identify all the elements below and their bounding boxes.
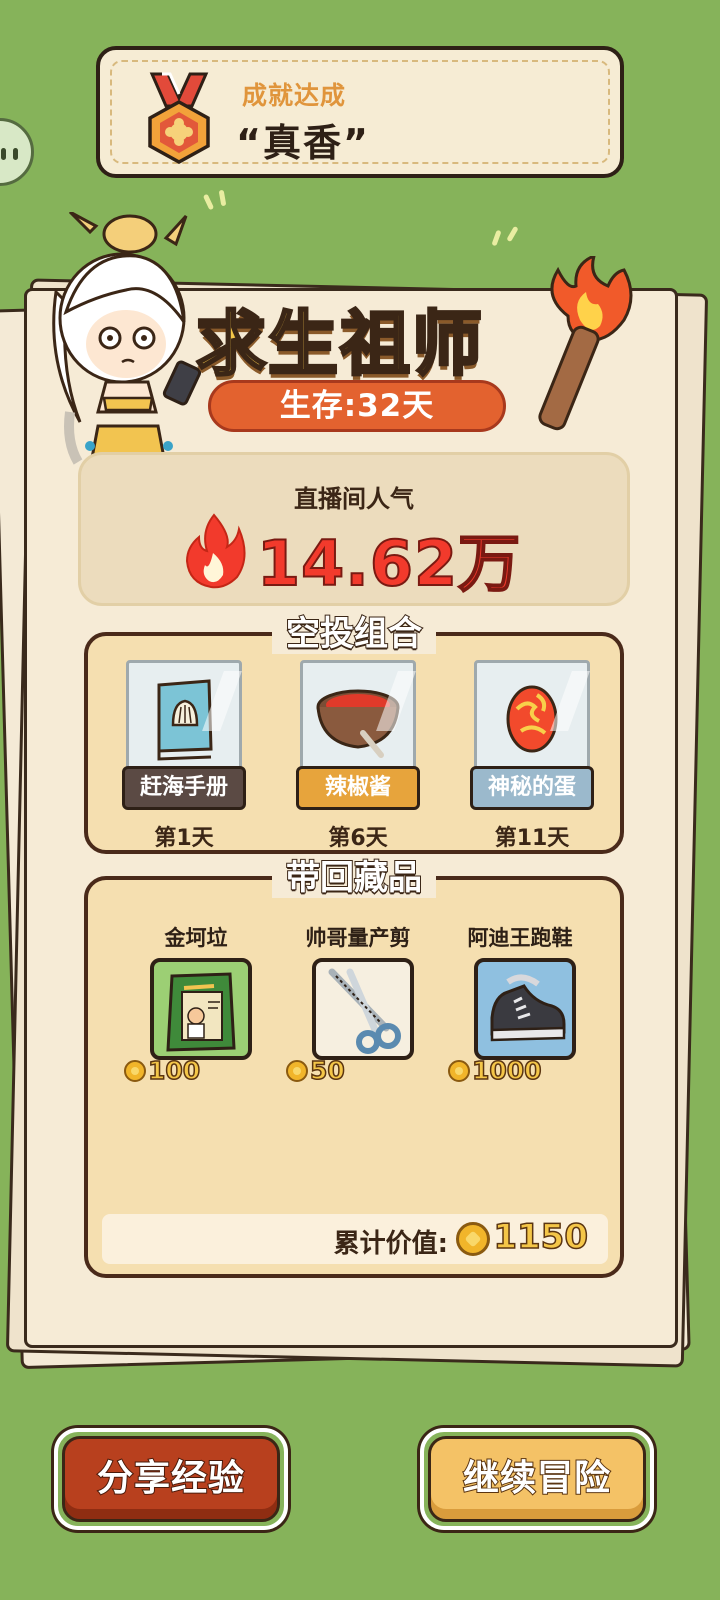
sneaker-icon (490, 974, 566, 1042)
rank-title: 求生祖师 (195, 302, 484, 387)
airdrop-item-frame (474, 660, 590, 776)
airdrop-title: 空投组合 (272, 613, 436, 655)
coin-icon (456, 1222, 490, 1256)
collection-title: 带回藏品 (272, 857, 436, 899)
chat-bubble-icon[interactable] (0, 118, 34, 186)
coin-icon (124, 1059, 146, 1082)
decor-tick (491, 229, 502, 247)
popularity-label: 直播间人气 (294, 485, 414, 513)
continue-adventure-label: 继续冒险 (428, 1436, 646, 1522)
collection-item-frame (150, 958, 252, 1060)
achievement-name: “真香” (236, 121, 370, 165)
airdrop-item-day: 第6天 (328, 826, 388, 851)
collection-section: 带回藏品 金坷垃 100 帅哥量产剪 50 阿迪王跑鞋 1000 累计价值: 1… (84, 857, 624, 1278)
decor-tick (506, 225, 519, 243)
collection-item-frame (312, 958, 414, 1060)
continue-adventure-button[interactable]: 继续冒险 (420, 1428, 654, 1530)
airdrop-section: 空投组合 赶海手册 第1天 辣椒酱 第6天 神秘的蛋 第11天 (84, 613, 624, 854)
collection-item-name: 帅哥量产剪 (305, 926, 411, 950)
popularity-panel: 直播间人气 14.62万 (78, 452, 630, 606)
price-value: 100 (147, 1055, 201, 1086)
achievement-banner: 成就达成 “真香” (96, 46, 624, 178)
share-experience-button[interactable]: 分享经验 (54, 1428, 288, 1530)
medal-icon (148, 72, 210, 164)
price-value: 50 (309, 1055, 345, 1086)
airdrop-item-name: 神秘的蛋 (470, 766, 594, 810)
total-value-bar: 累计价值: 1150 (102, 1214, 608, 1264)
collection-item[interactable]: 金坷垃 100 (116, 922, 276, 1092)
survival-days-badge: 生存:32天 (208, 380, 506, 432)
airdrop-item[interactable]: 赶海手册 第1天 (122, 660, 246, 851)
price-value: 1000 (471, 1055, 542, 1086)
achievement-label: 成就达成 (242, 81, 347, 110)
collection-item-name: 阿迪王跑鞋 (467, 926, 573, 950)
popularity-value: 14.62万 (256, 526, 522, 601)
coin-icon (286, 1059, 308, 1082)
share-experience-label: 分享经验 (62, 1436, 280, 1522)
collection-item-price: 100 (124, 1055, 201, 1086)
collection-item-price: 50 (286, 1055, 346, 1086)
collection-item-frame (474, 958, 576, 1060)
torch-icon (538, 256, 633, 431)
collection-item[interactable]: 阿迪王跑鞋 1000 (440, 922, 600, 1092)
airdrop-item[interactable]: 辣椒酱 第6天 (296, 660, 420, 851)
book-icon (157, 679, 213, 761)
airdrop-item-frame (126, 660, 242, 776)
scissors-icon (328, 968, 401, 1054)
airdrop-item-name: 赶海手册 (122, 766, 246, 810)
collection-item-name: 金坷垃 (164, 926, 228, 950)
airdrop-item-name: 辣椒酱 (296, 766, 420, 810)
coin-icon (448, 1059, 470, 1082)
airdrop-item-day: 第1天 (154, 826, 214, 851)
decor-tick (218, 189, 227, 207)
mystery-egg-icon (506, 685, 558, 753)
chili-sauce-icon (316, 689, 400, 758)
collection-item-price: 1000 (448, 1055, 542, 1086)
airdrop-item[interactable]: 神秘的蛋 第11天 (470, 660, 594, 851)
decor-tick (202, 193, 215, 211)
collection-item[interactable]: 帅哥量产剪 50 (278, 922, 438, 1092)
total-value-amount: 1150 (493, 1216, 589, 1258)
airdrop-item-frame (300, 660, 416, 776)
airdrop-item-day: 第11天 (494, 826, 570, 851)
fire-icon (185, 513, 246, 589)
fertilizer-bag-icon (166, 972, 236, 1052)
total-value-label: 累计价值: (333, 1229, 448, 1259)
